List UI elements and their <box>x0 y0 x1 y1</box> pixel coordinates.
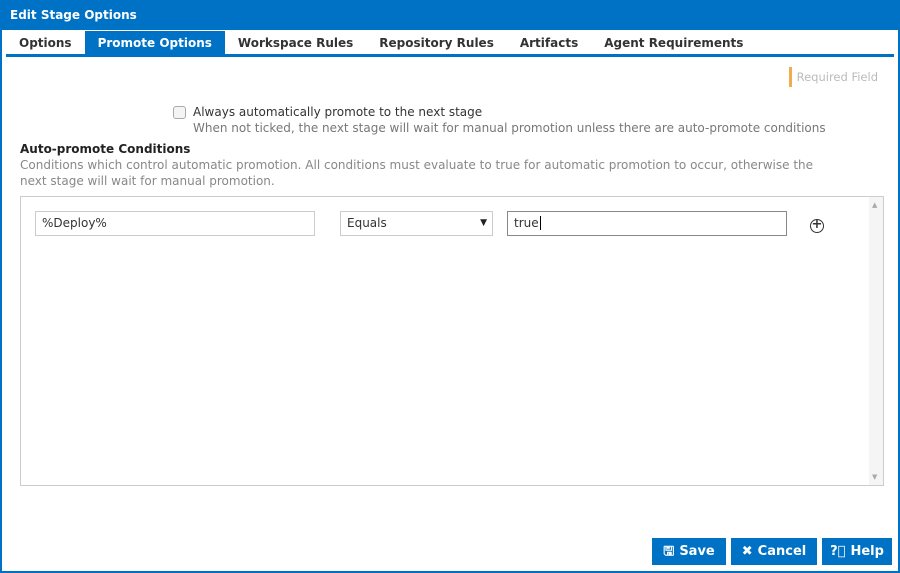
help-label: Help <box>850 544 884 559</box>
always-promote-checkbox[interactable] <box>173 106 186 119</box>
save-label: Save <box>679 544 715 559</box>
dropdown-arrow-icon: ▼ <box>480 218 487 228</box>
save-icon: 🖫 <box>663 544 675 559</box>
dialog-title: Edit Stage Options <box>2 0 898 30</box>
condition-value-input[interactable]: true <box>507 211 787 236</box>
tab-artifacts[interactable]: Artifacts <box>507 31 591 54</box>
help-icon: ?⃝ <box>830 544 846 559</box>
text-cursor <box>539 216 541 230</box>
always-promote-help: When not ticked, the next stage will wai… <box>193 121 826 135</box>
condition-variable-input[interactable]: %Deploy% <box>35 211 315 236</box>
tab-promote-options[interactable]: Promote Options <box>84 31 225 54</box>
conditions-list: %Deploy% Equals ▼ true + ▲ ▼ <box>20 196 884 486</box>
condition-operator-select[interactable]: Equals ▼ <box>340 211 493 236</box>
cancel-button[interactable]: ✖ Cancel <box>731 538 817 565</box>
help-button[interactable]: ?⃝ Help <box>822 538 892 565</box>
tab-agent-requirements[interactable]: Agent Requirements <box>591 31 756 54</box>
tab-bar: Options Promote Options Workspace Rules … <box>6 31 894 57</box>
required-field-legend: Required Field <box>788 67 878 87</box>
tab-repository-rules[interactable]: Repository Rules <box>366 31 507 54</box>
edit-stage-options-dialog: Edit Stage Options Options Promote Optio… <box>0 0 900 573</box>
save-button[interactable]: 🖫 Save <box>652 538 726 565</box>
scroll-up-icon[interactable]: ▲ <box>872 201 877 209</box>
add-condition-icon[interactable]: + <box>810 218 824 233</box>
close-icon: ✖ <box>741 544 753 559</box>
operator-value: Equals <box>347 216 387 230</box>
tab-options[interactable]: Options <box>6 31 85 54</box>
always-promote-label[interactable]: Always automatically promote to the next… <box>193 105 482 119</box>
scrollbar[interactable]: ▲ ▼ <box>869 197 883 485</box>
conditions-title: Auto-promote Conditions <box>20 142 191 156</box>
value-text: true <box>514 216 539 230</box>
cancel-label: Cancel <box>757 544 807 559</box>
tab-workspace-rules[interactable]: Workspace Rules <box>225 31 366 54</box>
conditions-description: Conditions which control automatic promo… <box>20 158 814 188</box>
scroll-down-icon[interactable]: ▼ <box>872 473 877 481</box>
